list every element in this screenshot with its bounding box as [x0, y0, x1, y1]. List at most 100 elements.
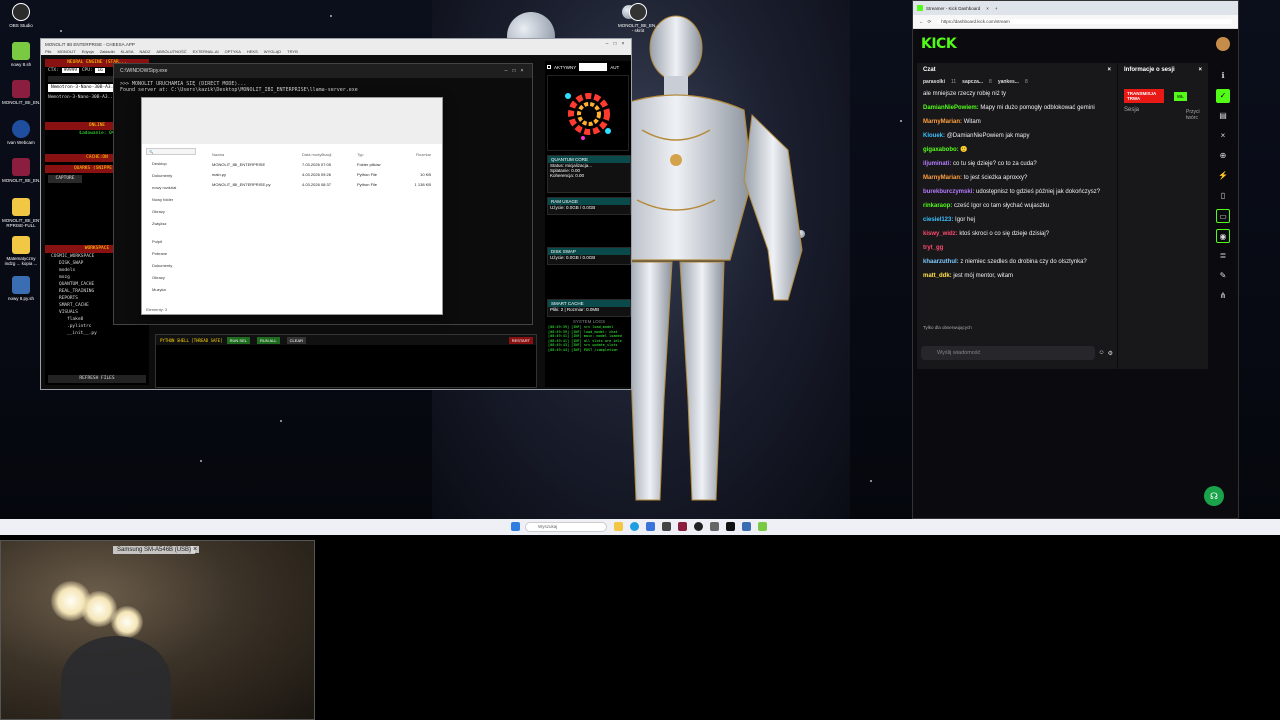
wrench-icon[interactable]: ✎ [1216, 269, 1230, 283]
nav-item[interactable]: Zwiększ [146, 218, 196, 230]
chat-input[interactable]: Wyślij wiadomość [921, 346, 1096, 360]
desktop-icon-nowy8-py[interactable]: nowy 8.py.sh [2, 276, 40, 301]
ctx-input[interactable]: 99999 [61, 68, 80, 73]
file-row[interactable]: MONOLIT_IBI_ENTERPRISE 7.03.2026 07:05 F… [212, 160, 436, 170]
active-input[interactable] [579, 63, 608, 71]
capture-button[interactable]: CAPTURE [48, 175, 82, 183]
terminal-icon[interactable] [662, 522, 671, 531]
nav-item[interactable]: Pulpit [146, 236, 196, 248]
desktop-icon-nowy8[interactable]: nowy 8.sh [2, 42, 40, 67]
kick-logo[interactable]: KICK [921, 36, 957, 52]
headset-icon[interactable]: ☊ [1204, 486, 1224, 506]
python-icon[interactable] [742, 522, 751, 531]
close-icon[interactable]: × [1107, 67, 1111, 73]
chat-username[interactable]: tryt_gg [923, 245, 943, 251]
nav-item[interactable]: Obrazy [146, 272, 196, 284]
new-tab-icon[interactable]: + [995, 6, 998, 11]
minimize-icon[interactable]: – [502, 68, 510, 74]
settings-icon[interactable]: ⚙ [1108, 350, 1113, 357]
layout-icon[interactable]: ▤ [1216, 109, 1230, 123]
settings-icon[interactable] [710, 522, 719, 531]
nav-item[interactable]: nowy rozdział [146, 182, 196, 194]
chat-username[interactable]: kiswy_widz: [923, 231, 958, 237]
taskbar-search[interactable]: Wyszukaj [525, 522, 607, 532]
green-toggle[interactable]: WŁ [1174, 91, 1187, 101]
nav-item[interactable]: Pobrane [146, 248, 196, 260]
desktop-icon-matematyczny[interactable]: Matematyczny indzg ... kopia ... [2, 236, 40, 266]
active-checkbox[interactable] [547, 65, 551, 69]
chat-username[interactable]: ciesiel123: [923, 217, 953, 223]
menu-tryb[interactable]: TRYB [287, 49, 298, 55]
chat-username[interactable]: rinkaraop: [923, 203, 952, 209]
python-shell-editor[interactable] [156, 345, 536, 387]
file-explorer-icon[interactable] [614, 522, 623, 531]
document-icon[interactable]: ▯ [1216, 189, 1230, 203]
cmd-icon[interactable] [726, 522, 735, 531]
nav-item[interactable]: Dokumenty [146, 170, 196, 182]
close-icon[interactable]: × [1198, 67, 1202, 85]
run-all-button[interactable]: RUN ALL [256, 336, 280, 344]
check-icon[interactable]: ✓ [1216, 89, 1230, 103]
stack-icon[interactable]: ≣ [1216, 249, 1230, 263]
col-type[interactable]: Typ [357, 150, 401, 160]
menu-klasa[interactable]: KLASA [121, 49, 134, 55]
menu-plik[interactable]: Plik [45, 49, 51, 55]
restart-button[interactable]: RESTART [508, 336, 533, 344]
menu-edycja[interactable]: Edycja [82, 49, 94, 55]
nav-item[interactable]: Dokumenty [146, 260, 196, 272]
col-size[interactable]: Rozmiar [401, 150, 431, 160]
broadcast-icon[interactable]: ◉ [1216, 229, 1230, 243]
desktop-icon-obs[interactable]: OBS Studio [2, 3, 40, 28]
menu-optyka[interactable]: OPTYKA [225, 49, 241, 55]
chat-username[interactable]: MarnyMarian: [923, 175, 962, 181]
winrar-icon[interactable] [678, 522, 687, 531]
chat-username[interactable]: iljuminati: [923, 161, 951, 167]
obs-icon[interactable] [694, 522, 703, 531]
url-input[interactable]: https://dashboard.kick.com/stream [937, 19, 1232, 24]
col-date[interactable]: Data modyfikacji [302, 150, 357, 160]
nav-item[interactable]: Muzyka [146, 284, 196, 296]
avatar[interactable] [1216, 37, 1230, 51]
back-icon[interactable]: ← [919, 19, 924, 24]
desktop-icon-monolit-rar-2[interactable]: MONOLIT_IBI_EN... [2, 158, 43, 183]
maximize-icon[interactable]: □ [611, 41, 619, 47]
clear-button[interactable]: CLEAR [286, 336, 306, 344]
file-row[interactable]: MONOLIT_IBI_ENTERPRISE.py 4.03.2026 08:3… [212, 180, 436, 190]
refresh-files-button[interactable]: REFRESH FILES [48, 375, 146, 383]
chat-username[interactable]: khaarzuthul: [923, 259, 959, 265]
menu-wyglad[interactable]: WYGLĄD [264, 49, 281, 55]
chat-icon[interactable]: ▭ [1216, 209, 1230, 223]
file-row[interactable]: main.py 4.03.2026 09:26 Python File 10 K… [212, 170, 436, 180]
explorer-searchbar[interactable]: 🔍 [146, 148, 196, 155]
menu-heks[interactable]: HEKS [247, 49, 258, 55]
emote-picker-icon[interactable]: ☺ [1098, 350, 1104, 356]
target-icon[interactable]: ⊕ [1216, 149, 1230, 163]
chat-username[interactable]: matt_ddk: [923, 273, 952, 279]
chat-username[interactable]: Klouek: [923, 133, 945, 139]
nav-item[interactable]: Desktop [146, 158, 196, 170]
desktop-icon-monolit-rar[interactable]: MONOLIT_IBI_EN... [2, 80, 43, 105]
share-icon[interactable]: ⋔ [1216, 289, 1230, 303]
chat-username[interactable]: burekburczymski: [923, 189, 974, 195]
info-icon[interactable]: ℹ [1216, 69, 1230, 83]
close-icon[interactable]: × [1216, 129, 1230, 143]
col-name[interactable]: Nazwa [212, 150, 302, 160]
run-sel-button[interactable]: RUN SEL [226, 336, 250, 344]
menu-monolit[interactable]: MONOLIT [57, 49, 75, 55]
menu-nadz[interactable]: NADZ [140, 49, 151, 55]
close-icon[interactable]: × [619, 41, 627, 47]
bolt-icon[interactable]: ⚡ [1216, 169, 1230, 183]
desktop-icon-monolit-shortcut[interactable]: MONOLIT_IBI_EN... - skrót [618, 3, 659, 33]
close-icon[interactable]: × [986, 6, 989, 11]
edge-icon[interactable] [630, 522, 639, 531]
close-icon[interactable]: × [518, 68, 526, 74]
chat-username[interactable]: gigaxabobo: [923, 147, 959, 153]
refresh-icon[interactable]: ⟳ [928, 19, 932, 25]
start-icon[interactable] [511, 522, 520, 531]
menu-zakladki[interactable]: Zakładki [100, 49, 115, 55]
minimize-icon[interactable]: – [603, 41, 611, 47]
menu-external-ai[interactable]: EXTERNAL.AI [193, 49, 219, 55]
maximize-icon[interactable]: □ [510, 68, 518, 74]
browser-tab[interactable]: Streamer - Kick Dashboard [926, 6, 980, 11]
nav-item[interactable]: Obrazy [146, 206, 196, 218]
